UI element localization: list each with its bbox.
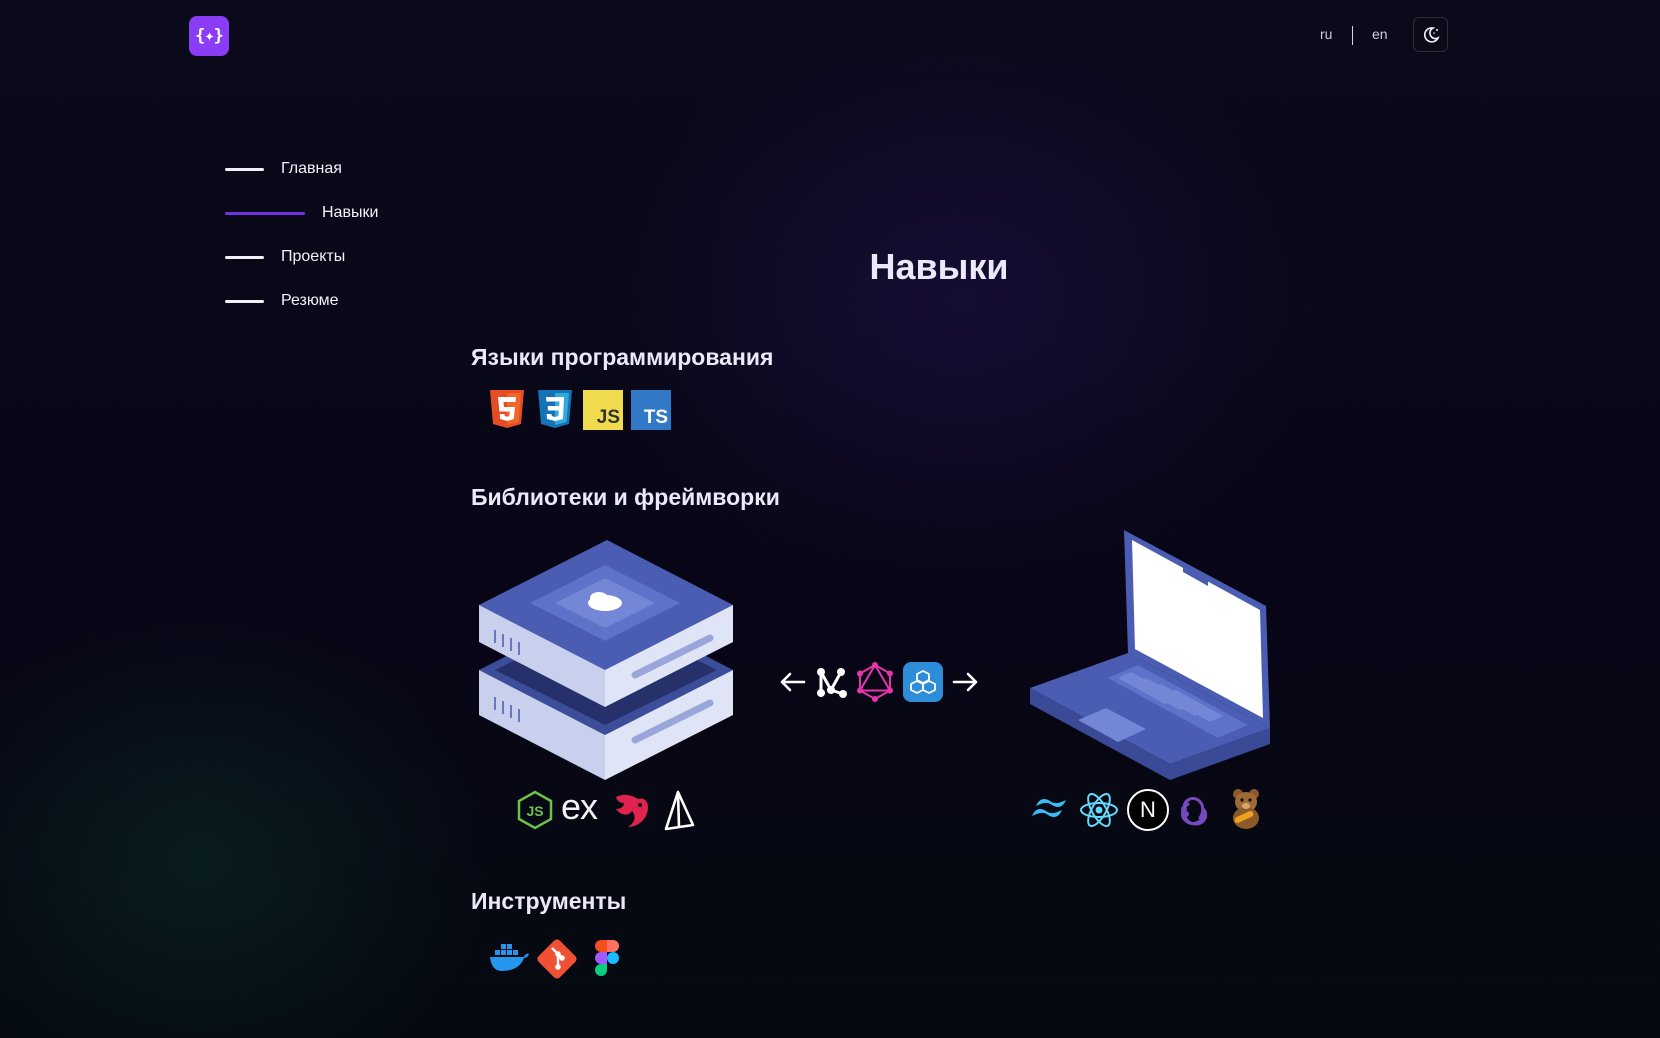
nav-item-resume[interactable]: Резюме xyxy=(225,292,339,310)
arrow-right-icon xyxy=(952,672,978,692)
nav-label-skills: Навыки xyxy=(322,204,379,221)
redux-icon xyxy=(1180,796,1208,826)
lang-ru-link[interactable]: ru xyxy=(1320,26,1332,42)
page-title: Навыки xyxy=(869,246,1009,287)
prisma-icon xyxy=(664,790,695,831)
server-illustration xyxy=(479,540,733,780)
figma-icon xyxy=(595,940,619,976)
lang-en-link[interactable]: en xyxy=(1372,26,1388,42)
nav-label-resume: Резюме xyxy=(281,292,339,309)
graphql-icon xyxy=(857,662,893,702)
section-heading-frameworks: Библиотеки и фреймворки xyxy=(471,484,780,510)
logo[interactable]: {✦} xyxy=(189,16,229,56)
nav-line xyxy=(225,167,264,171)
mobx-icon xyxy=(1233,789,1259,829)
section-heading-languages: Языки программирования xyxy=(471,344,774,370)
nextjs-icon: N xyxy=(1127,789,1169,831)
nodejs-js-text: JS xyxy=(526,803,543,819)
js-badge-text: JS xyxy=(596,407,620,428)
rest-api-icon xyxy=(817,668,847,698)
theme-toggle-button[interactable] xyxy=(1413,17,1448,52)
nodejs-icon: JS xyxy=(517,790,553,830)
tailwind-icon xyxy=(1032,798,1066,818)
moon-icon xyxy=(1423,26,1440,43)
git-icon xyxy=(537,939,577,979)
nav-label-home: Главная xyxy=(281,160,342,177)
nextjs-letter: N xyxy=(1140,797,1156,822)
express-icon: ex xyxy=(561,786,598,827)
arrow-left-icon xyxy=(780,672,806,692)
section-heading-tools: Инструменты xyxy=(471,888,627,914)
docker-icon xyxy=(490,944,529,971)
react-icon xyxy=(1080,793,1118,827)
nav-item-skills[interactable]: Навыки xyxy=(225,204,378,222)
nav-line xyxy=(225,299,264,303)
typescript-icon: TS xyxy=(631,390,671,430)
ts-badge-text: TS xyxy=(643,407,668,428)
lang-divider xyxy=(1352,26,1353,45)
nav-item-home[interactable]: Главная xyxy=(225,160,342,178)
websocket-icon xyxy=(903,662,943,702)
css3-icon xyxy=(538,390,572,428)
nav-line-active xyxy=(225,211,305,215)
cubes-icon xyxy=(910,670,936,694)
laptop-illustration xyxy=(1030,530,1270,780)
html5-icon xyxy=(490,390,524,428)
javascript-icon: JS xyxy=(583,390,623,430)
nestjs-icon xyxy=(616,794,648,827)
